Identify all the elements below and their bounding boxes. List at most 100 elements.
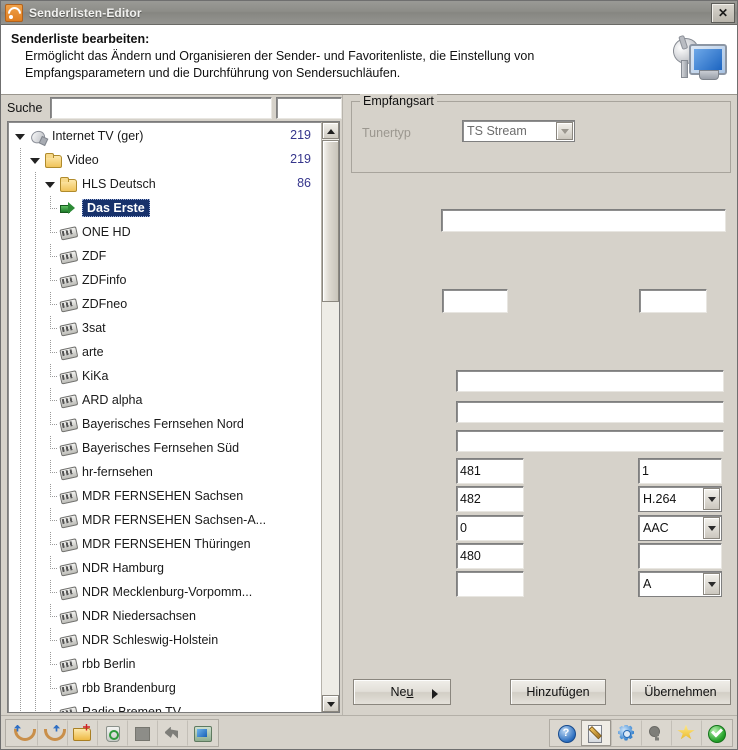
folder-icon: [44, 152, 62, 168]
tree-row[interactable]: NDR Niedersachsen: [8, 604, 321, 628]
url-field[interactable]: [441, 209, 726, 232]
channel-icon: [58, 246, 79, 265]
tree-guide: [14, 148, 27, 172]
tree-row[interactable]: MDR FERNSEHEN Thüringen: [8, 532, 321, 556]
tree-row[interactable]: NDR Mecklenburg-Vorpomm...: [8, 580, 321, 604]
tree-guide: [14, 316, 27, 340]
scroll-down-icon[interactable]: [322, 695, 339, 712]
tree-row[interactable]: ONE HD: [8, 220, 321, 244]
undo-button[interactable]: [7, 720, 37, 746]
chevron-down-icon[interactable]: [556, 122, 573, 140]
tree-row[interactable]: Das Erste: [8, 196, 321, 220]
chevron-down-icon[interactable]: [44, 178, 57, 191]
tree-guide: [14, 292, 27, 316]
new-folder-button[interactable]: [67, 719, 97, 746]
wide-field-1[interactable]: [456, 370, 724, 392]
close-icon[interactable]: ✕: [711, 2, 735, 23]
chevron-down-icon[interactable]: [703, 488, 720, 510]
channel-icon: [58, 438, 79, 457]
monitor-stand-icon: [699, 70, 719, 80]
small-right-field[interactable]: [639, 289, 707, 313]
uebernehmen-button[interactable]: Übernehmen: [630, 679, 731, 705]
tree-row[interactable]: 3sat: [8, 316, 321, 340]
blank-right-field[interactable]: [638, 543, 722, 569]
audio-pid-field-value: 482: [460, 492, 481, 506]
tree-guide: [14, 556, 27, 580]
tree-row[interactable]: Video 219: [8, 148, 321, 172]
pcr-pid-field[interactable]: 0: [456, 515, 524, 541]
small-left-field[interactable]: [442, 289, 508, 313]
channel-icon: [58, 678, 79, 697]
tree-guide: [44, 604, 58, 628]
delete-button[interactable]: [97, 719, 127, 746]
tree-guide: [44, 220, 58, 244]
tree-row[interactable]: Bayerisches Fernsehen Süd: [8, 436, 321, 460]
video-codec-combo[interactable]: H.264: [638, 486, 722, 512]
tree-row[interactable]: HLS Deutsch 86: [8, 172, 321, 196]
tree-row[interactable]: rbb Berlin: [8, 652, 321, 676]
tree-row[interactable]: ZDF: [8, 244, 321, 268]
preview-tv-button[interactable]: [187, 719, 217, 746]
tree-guide: [14, 580, 27, 604]
key-icon: [647, 724, 665, 742]
help-button[interactable]: [551, 720, 581, 746]
help-icon: [557, 724, 576, 743]
tree-row[interactable]: MDR FERNSEHEN Sachsen: [8, 484, 321, 508]
settings-button[interactable]: [611, 719, 641, 746]
key-button[interactable]: [641, 719, 671, 746]
favorites-button[interactable]: [671, 719, 701, 746]
search-secondary-input[interactable]: [276, 97, 343, 119]
tree-row[interactable]: rbb Brandenburg: [8, 676, 321, 700]
encryption-combo[interactable]: A: [638, 571, 722, 597]
tree-guide: [44, 700, 57, 712]
tree-guide: [14, 196, 27, 220]
edit-button[interactable]: [581, 719, 611, 746]
scrollbar-thumb[interactable]: [322, 140, 339, 302]
tree-row-label: ZDFneo: [82, 297, 128, 311]
extra-pid-field[interactable]: [456, 571, 524, 597]
encryption-combo-value: A: [643, 577, 652, 591]
redo-button[interactable]: [37, 719, 67, 746]
channel-icon: [58, 486, 79, 505]
tree-row[interactable]: ZDFneo: [8, 292, 321, 316]
tree-row[interactable]: Bayerisches Fernsehen Nord: [8, 412, 321, 436]
channel-icon: [58, 366, 79, 385]
channel-icon: [58, 702, 79, 712]
neu-button[interactable]: Neu: [353, 679, 451, 705]
chevron-down-icon[interactable]: [703, 517, 720, 539]
tree-row-label: Bayerisches Fernsehen Nord: [82, 417, 244, 431]
video-pid-field[interactable]: 481: [456, 458, 524, 484]
wide-field-3[interactable]: [456, 430, 724, 452]
search-input[interactable]: [50, 97, 273, 119]
service-type-field[interactable]: 1: [638, 458, 722, 484]
tree-row[interactable]: NDR Hamburg: [8, 556, 321, 580]
stop-button[interactable]: [127, 719, 157, 746]
tree-guide: [14, 676, 27, 700]
uebernehmen-label: Übernehmen: [644, 685, 717, 699]
header-description-line2: Empfangsparametern und die Durchführung …: [25, 66, 401, 80]
tree-row[interactable]: ZDFinfo: [8, 268, 321, 292]
tunertyp-combo[interactable]: TS Stream: [462, 120, 575, 142]
scroll-up-icon[interactable]: [322, 122, 339, 139]
hinzufuegen-button[interactable]: Hinzufügen: [510, 679, 606, 705]
tree-row[interactable]: KiKa: [8, 364, 321, 388]
tree-vertical-scrollbar[interactable]: [321, 122, 339, 712]
bottom-toolbar: [1, 715, 737, 749]
revert-button[interactable]: [157, 719, 187, 746]
tree-row[interactable]: Internet TV (ger) 219: [8, 124, 321, 148]
tree-row[interactable]: arte: [8, 340, 321, 364]
confirm-button[interactable]: [701, 719, 731, 746]
tree-row[interactable]: NDR Schleswig-Holstein: [8, 628, 321, 652]
tree-row[interactable]: hr-fernsehen: [8, 460, 321, 484]
tree-row[interactable]: Radio Bremen TV: [8, 700, 321, 712]
audio-pid-field[interactable]: 482: [456, 486, 524, 512]
pmt-pid-field[interactable]: 480: [456, 543, 524, 569]
audio-codec-combo[interactable]: AAC: [638, 515, 722, 541]
chevron-down-icon[interactable]: [29, 154, 42, 167]
tree-row[interactable]: ARD alpha: [8, 388, 321, 412]
channel-tree[interactable]: Internet TV (ger) 219 Video 219 HLS Deutsch 8…: [8, 122, 321, 712]
wide-field-2[interactable]: [456, 401, 724, 423]
chevron-down-icon[interactable]: [14, 130, 27, 143]
chevron-down-icon[interactable]: [703, 573, 720, 595]
tree-row[interactable]: MDR FERNSEHEN Sachsen-A...: [8, 508, 321, 532]
